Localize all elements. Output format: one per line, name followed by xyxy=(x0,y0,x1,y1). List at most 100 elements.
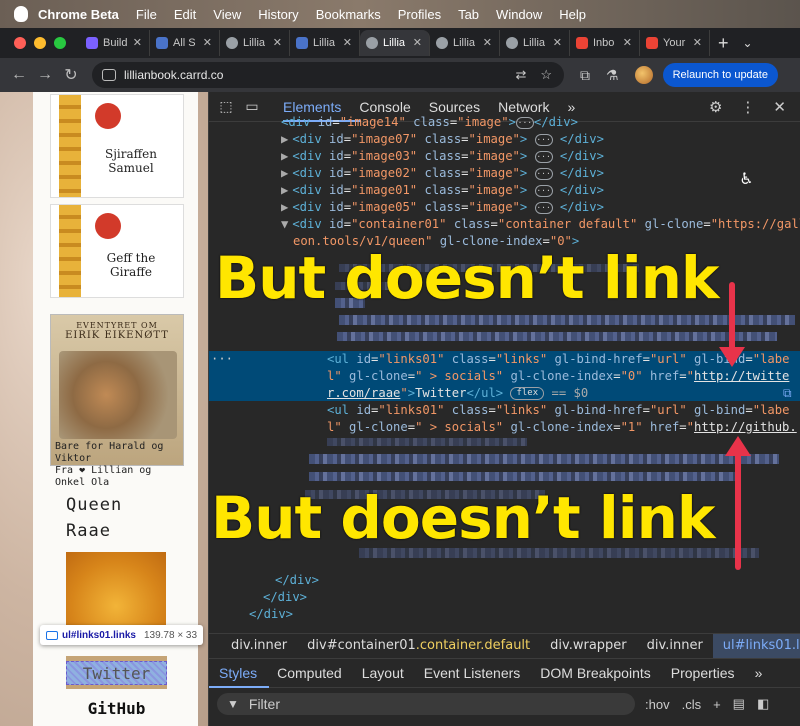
close-tab-icon[interactable]: ✕ xyxy=(413,36,422,49)
github-href-link[interactable]: http://github. xyxy=(694,420,797,434)
accessibility-icon[interactable]: ♿ xyxy=(741,170,752,188)
book-title: EIRIK EIKENØTT xyxy=(65,330,169,341)
book-cover-geff[interactable]: Geff the Giraffe xyxy=(50,204,184,298)
close-tab-icon[interactable]: ✕ xyxy=(343,36,352,49)
close-tab-icon[interactable]: ✕ xyxy=(273,36,282,49)
new-tab-icon[interactable]: + xyxy=(718,33,729,54)
close-tab-icon[interactable]: ✕ xyxy=(693,36,702,49)
menu-profiles[interactable]: Profiles xyxy=(398,7,441,22)
relaunch-button[interactable]: Relaunch to update xyxy=(662,63,778,87)
menu-window[interactable]: Window xyxy=(496,7,542,22)
book-cover-eirik[interactable]: EVENTYRET OM EIRIK EIKENØTT Bare for Har… xyxy=(50,314,184,488)
breadcrumb-item[interactable]: div#container01.container.default xyxy=(297,638,540,653)
menu-help[interactable]: Help xyxy=(559,7,586,22)
more-tabs-icon[interactable]: » xyxy=(567,99,575,115)
reload-icon[interactable]: ↻ xyxy=(58,65,84,85)
new-style-rule-icon[interactable]: + xyxy=(713,697,721,712)
gmail-icon xyxy=(576,37,588,49)
browser-tab[interactable]: Build ✕ xyxy=(80,30,150,56)
dom-node[interactable]: <ul id="links01" class="links" gl-bind-h… xyxy=(327,402,789,419)
node-more-icon[interactable]: ··· xyxy=(211,351,233,368)
zoom-window-icon[interactable] xyxy=(54,37,66,49)
close-window-icon[interactable] xyxy=(14,37,26,49)
menu-edit[interactable]: Edit xyxy=(174,7,196,22)
browser-tab[interactable]: Lillia ✕ xyxy=(220,30,290,56)
book-dedication-line2: Fra ❤ Lillian og Onkel Ola xyxy=(55,465,152,488)
breadcrumb-item[interactable]: div.wrapper xyxy=(540,638,637,653)
hover-state-toggle[interactable]: :hov xyxy=(645,697,670,712)
site-info-icon[interactable] xyxy=(102,69,116,81)
breadcrumb-item[interactable]: div.inner xyxy=(637,638,713,653)
forward-arrow-icon[interactable]: → xyxy=(32,66,58,84)
toggle-sidebar-icon[interactable]: ◧ xyxy=(757,696,769,712)
styles-filter-input[interactable]: ▼ Filter xyxy=(217,693,635,715)
close-tab-icon[interactable]: ✕ xyxy=(623,36,632,49)
dom-close-tag[interactable]: </div> xyxy=(263,589,307,606)
tab-elements[interactable]: Elements xyxy=(283,99,341,115)
bookmark-star-icon[interactable]: ☆ xyxy=(540,67,552,83)
tab-console[interactable]: Console xyxy=(359,99,410,115)
dom-close-tag[interactable]: </div> xyxy=(275,572,319,589)
address-bar[interactable]: lillianbook.carrd.co ⇄ ☆ xyxy=(92,62,564,88)
browser-tab[interactable]: Lillia ✕ xyxy=(430,30,500,56)
menu-app-name[interactable]: Chrome Beta xyxy=(38,7,119,22)
close-tab-icon[interactable]: ✕ xyxy=(133,36,142,49)
more-subtabs-icon[interactable]: » xyxy=(745,665,773,681)
dom-node[interactable]: ▶ <div id="image02" class="image"> ··· </… xyxy=(281,165,604,182)
tab-search-chevron-icon[interactable]: ⌄ xyxy=(743,36,753,50)
book-cover-sjiraffen[interactable]: Sjiraffen Samuel xyxy=(50,94,184,198)
dom-node-container[interactable]: ▼ <div id="container01" class="container … xyxy=(281,216,800,233)
twitter-link[interactable]: Twitter xyxy=(66,664,167,683)
computed-styles-icon[interactable]: ▤ xyxy=(733,696,745,712)
browser-tab[interactable]: All S ✕ xyxy=(150,30,220,56)
twitter-href-link[interactable]: http://twitte xyxy=(694,369,789,383)
close-tab-icon[interactable]: ✕ xyxy=(483,36,492,49)
breadcrumb-item-active[interactable]: ul#links01.links xyxy=(712,633,800,658)
tab-dom-breakpoints[interactable]: DOM Breakpoints xyxy=(530,665,660,681)
apple-icon[interactable] xyxy=(14,6,28,22)
dom-node[interactable]: ▶ <div id="image03" class="image"> ··· </… xyxy=(281,148,604,165)
back-arrow-icon[interactable]: ← xyxy=(6,66,32,84)
browser-tab[interactable]: Lillia ✕ xyxy=(500,30,570,56)
tab-layout[interactable]: Layout xyxy=(352,665,414,681)
mac-menubar: Chrome Beta File Edit View History Bookm… xyxy=(0,0,800,28)
tab-styles[interactable]: Styles xyxy=(209,665,267,681)
dom-node[interactable]: ▶ <div id="image05" class="image"> ··· </… xyxy=(281,199,604,216)
close-tab-icon[interactable]: ✕ xyxy=(203,36,212,49)
inspect-element-icon[interactable]: ⬚ xyxy=(213,98,239,115)
breadcrumb-item[interactable]: div.inner xyxy=(209,638,297,653)
browser-tab[interactable]: Lillia ✕ xyxy=(290,30,360,56)
active-subtab-indicator xyxy=(209,686,269,688)
tab-sources[interactable]: Sources xyxy=(429,99,480,115)
browser-tab-active[interactable]: Lillia ✕ xyxy=(360,30,430,56)
copy-link-icon[interactable]: ⧉ xyxy=(783,385,792,402)
translate-icon[interactable]: ⇄ xyxy=(515,67,526,83)
profile-avatar[interactable] xyxy=(634,66,653,84)
tab-computed[interactable]: Computed xyxy=(267,665,352,681)
github-link[interactable]: GitHub xyxy=(66,699,167,718)
class-toggle[interactable]: .cls xyxy=(682,697,702,712)
menu-history[interactable]: History xyxy=(258,7,298,22)
browser-tab[interactable]: Your ✕ xyxy=(640,30,710,56)
menu-view[interactable]: View xyxy=(213,7,241,22)
dom-node[interactable]: ▶ <div id="image07" class="image"> ··· </… xyxy=(281,131,604,148)
tab-network[interactable]: Network xyxy=(498,99,549,115)
browser-tab[interactable]: Inbo ✕ xyxy=(570,30,640,56)
close-tab-icon[interactable]: ✕ xyxy=(553,36,562,49)
settings-gear-icon[interactable]: ⚙ xyxy=(709,98,722,116)
extensions-icon[interactable]: ⧉ xyxy=(580,67,590,84)
menu-tab[interactable]: Tab xyxy=(458,7,479,22)
menu-bookmarks[interactable]: Bookmarks xyxy=(316,7,381,22)
close-devtools-icon[interactable]: ✕ xyxy=(773,98,786,116)
more-options-icon[interactable]: ⋮ xyxy=(740,98,755,116)
lab-flask-icon[interactable]: ⚗ xyxy=(606,67,619,84)
dom-node[interactable]: ▶ <div id="image01" class="image"> ··· </… xyxy=(281,182,604,199)
minimize-window-icon[interactable] xyxy=(34,37,46,49)
tab-properties[interactable]: Properties xyxy=(661,665,745,681)
dom-node[interactable]: <div id="image14" class="image"> ··· </div… xyxy=(281,114,578,131)
device-toolbar-icon[interactable]: ▭ xyxy=(239,98,265,115)
flex-badge[interactable]: flex xyxy=(510,387,545,400)
menu-file[interactable]: File xyxy=(136,7,157,22)
tab-event-listeners[interactable]: Event Listeners xyxy=(414,665,531,681)
dom-close-tag[interactable]: </div> xyxy=(249,606,293,623)
